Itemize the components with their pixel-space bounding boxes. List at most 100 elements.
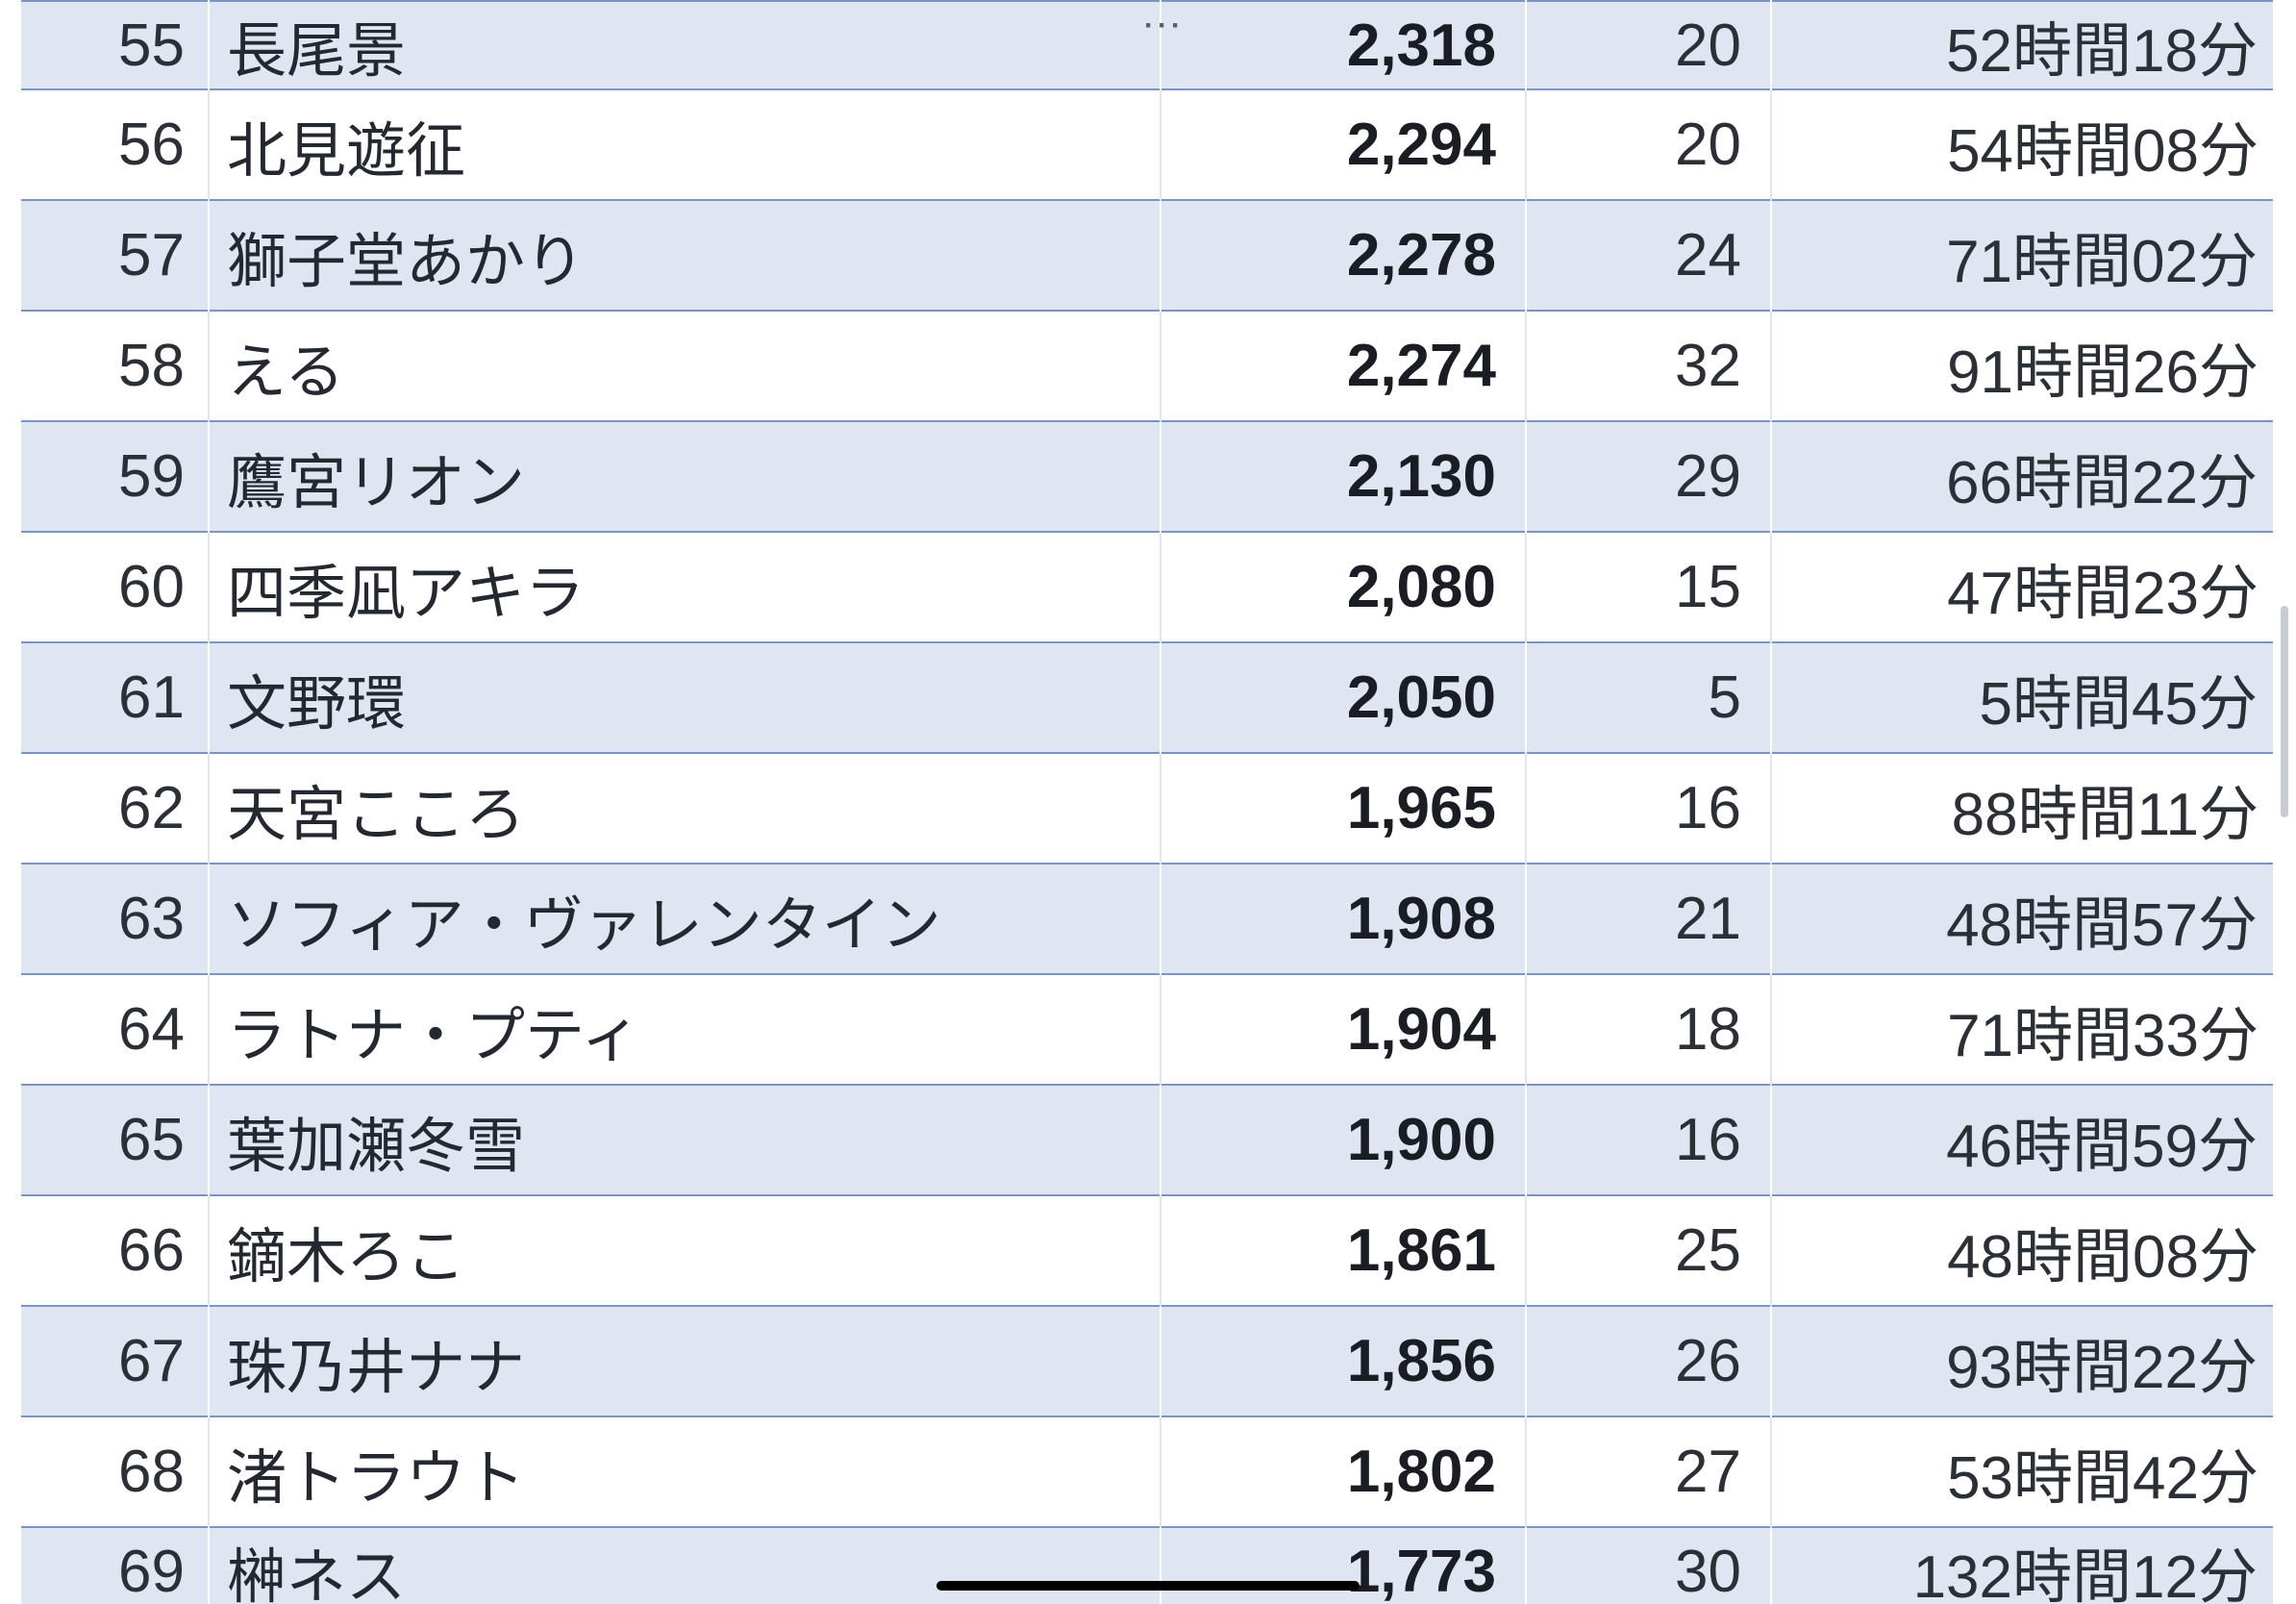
name-cell[interactable]: 渚トラウト (209, 1416, 1160, 1527)
value-text: 1,861 (1347, 1217, 1496, 1284)
table-row[interactable]: 66 鏑木ろこ 1,861 25 48時間08分 (21, 1195, 2274, 1306)
name-value: 珠乃井ナナ (227, 1335, 525, 1401)
time-cell: 88時間11分 (1771, 753, 2274, 864)
table-row[interactable]: 56 北見遊征 2,294 20 54時間08分 (21, 89, 2274, 200)
value-text: 1,900 (1347, 1107, 1496, 1173)
name-cell[interactable]: 葉加瀬冬雪 (209, 1085, 1160, 1195)
time-value: 66時間22分 (1946, 450, 2258, 516)
rank-value: 69 (118, 1539, 185, 1604)
name-cell[interactable]: 鷹宮リオン (209, 421, 1160, 532)
time-cell: 48時間57分 (1771, 864, 2274, 974)
table-row[interactable]: 57 獅子堂あかり 2,278 24 71時間02分 (21, 200, 2274, 311)
value-cell: 1,965 (1160, 753, 1526, 864)
name-cell[interactable]: 四季凪アキラ (209, 532, 1160, 642)
name-cell[interactable]: 獅子堂あかり (209, 200, 1160, 311)
rank-cell: 62 (21, 753, 209, 864)
time-cell: 53時間42分 (1771, 1416, 2274, 1527)
more-icon[interactable]: ··· (1144, 10, 1185, 42)
count-cell: 25 (1526, 1195, 1771, 1306)
time-value: 91時間26分 (1947, 339, 2259, 406)
count-value: 16 (1675, 775, 1741, 841)
count-value: 15 (1675, 554, 1741, 620)
count-cell: 5 (1526, 642, 1771, 753)
name-value: 鏑木ろこ (227, 1224, 465, 1291)
table-row[interactable]: 67 珠乃井ナナ 1,856 26 93時間22分 (21, 1306, 2274, 1416)
rank-value: 55 (118, 13, 185, 79)
rank-cell: 56 (21, 89, 209, 200)
name-cell[interactable]: 北見遊征 (209, 89, 1160, 200)
name-value: 榊ネス (227, 1544, 406, 1604)
table-row[interactable]: 58 える 2,274 32 91時間26分 (21, 311, 2274, 421)
count-value: 5 (1709, 664, 1741, 731)
value-cell: 2,130 (1160, 421, 1526, 532)
count-cell: 20 (1526, 1, 1771, 89)
time-cell: 66時間22分 (1771, 421, 2274, 532)
time-cell: 71時間02分 (1771, 200, 2274, 311)
name-value: 渚トラウト (227, 1445, 525, 1512)
rank-cell: 57 (21, 200, 209, 311)
ranking-table-container[interactable]: 55 長尾景 2,318 20 52時間18分 56 北見遊征 2,294 20… (0, 0, 2296, 1604)
table-row[interactable]: 63 ソフィア・ヴァレンタイン 1,908 21 48時間57分 (21, 864, 2274, 974)
name-value: 四季凪アキラ (227, 561, 585, 627)
time-cell: 5時間45分 (1771, 642, 2274, 753)
rank-cell: 60 (21, 532, 209, 642)
value-text: 2,050 (1347, 664, 1496, 731)
name-cell[interactable]: 珠乃井ナナ (209, 1306, 1160, 1416)
count-cell: 21 (1526, 864, 1771, 974)
time-value: 52時間18分 (1946, 18, 2258, 85)
name-cell[interactable]: 文野環 (209, 642, 1160, 753)
rank-value: 61 (118, 664, 185, 731)
value-text: 1,802 (1347, 1439, 1496, 1505)
count-value: 24 (1675, 222, 1741, 288)
value-text: 2,130 (1347, 443, 1496, 510)
name-cell[interactable]: 榊ネス (209, 1527, 1160, 1604)
count-cell: 30 (1526, 1527, 1771, 1604)
name-value: ラトナ・プティ (227, 1003, 640, 1069)
count-cell: 15 (1526, 532, 1771, 642)
value-text: 2,294 (1347, 112, 1496, 178)
table-row[interactable]: 61 文野環 2,050 5 5時間45分 (21, 642, 2274, 753)
count-value: 27 (1675, 1439, 1741, 1505)
count-cell: 16 (1526, 753, 1771, 864)
count-cell: 27 (1526, 1416, 1771, 1527)
count-cell: 16 (1526, 1085, 1771, 1195)
home-indicator[interactable] (936, 1581, 1360, 1591)
value-text: 2,274 (1347, 333, 1496, 399)
name-cell[interactable]: ラトナ・プティ (209, 974, 1160, 1085)
app-viewport: ··· 55 長尾景 2,318 20 52時間18分 56 北見遊征 2,29… (0, 0, 2296, 1604)
name-value: 獅子堂あかり (227, 229, 585, 295)
name-cell[interactable]: 鏑木ろこ (209, 1195, 1160, 1306)
time-value: 54時間08分 (1947, 118, 2259, 185)
rank-value: 60 (118, 554, 185, 620)
table-row[interactable]: 65 葉加瀬冬雪 1,900 16 46時間59分 (21, 1085, 2274, 1195)
table-row[interactable]: 68 渚トラウト 1,802 27 53時間42分 (21, 1416, 2274, 1527)
table-row[interactable]: 60 四季凪アキラ 2,080 15 47時間23分 (21, 532, 2274, 642)
value-cell: 1,856 (1160, 1306, 1526, 1416)
count-cell: 20 (1526, 89, 1771, 200)
count-cell: 18 (1526, 974, 1771, 1085)
count-value: 29 (1675, 443, 1741, 510)
table-row[interactable]: 59 鷹宮リオン 2,130 29 66時間22分 (21, 421, 2274, 532)
name-value: 天宮こころ (227, 782, 525, 848)
table-row[interactable]: 62 天宮こころ 1,965 16 88時間11分 (21, 753, 2274, 864)
count-cell: 24 (1526, 200, 1771, 311)
rank-cell: 69 (21, 1527, 209, 1604)
rank-value: 59 (118, 443, 185, 510)
name-cell[interactable]: ソフィア・ヴァレンタイン (209, 864, 1160, 974)
name-cell[interactable]: 天宮こころ (209, 753, 1160, 864)
name-cell[interactable]: 長尾景 (209, 1, 1160, 89)
rank-cell: 66 (21, 1195, 209, 1306)
time-value: 46時間59分 (1946, 1114, 2258, 1180)
name-cell[interactable]: える (209, 311, 1160, 421)
time-value: 48時間57分 (1946, 892, 2258, 959)
vertical-scrollbar[interactable] (2281, 606, 2288, 817)
count-cell: 26 (1526, 1306, 1771, 1416)
time-value: 93時間22分 (1946, 1335, 2258, 1401)
time-value: 71時間33分 (1947, 1003, 2259, 1069)
value-cell: 1,900 (1160, 1085, 1526, 1195)
count-value: 21 (1675, 886, 1741, 952)
table-row[interactable]: 69 榊ネス 1,773 30 132時間12分 (21, 1527, 2274, 1604)
name-value: える (227, 339, 344, 406)
value-cell: 1,802 (1160, 1416, 1526, 1527)
table-row[interactable]: 64 ラトナ・プティ 1,904 18 71時間33分 (21, 974, 2274, 1085)
